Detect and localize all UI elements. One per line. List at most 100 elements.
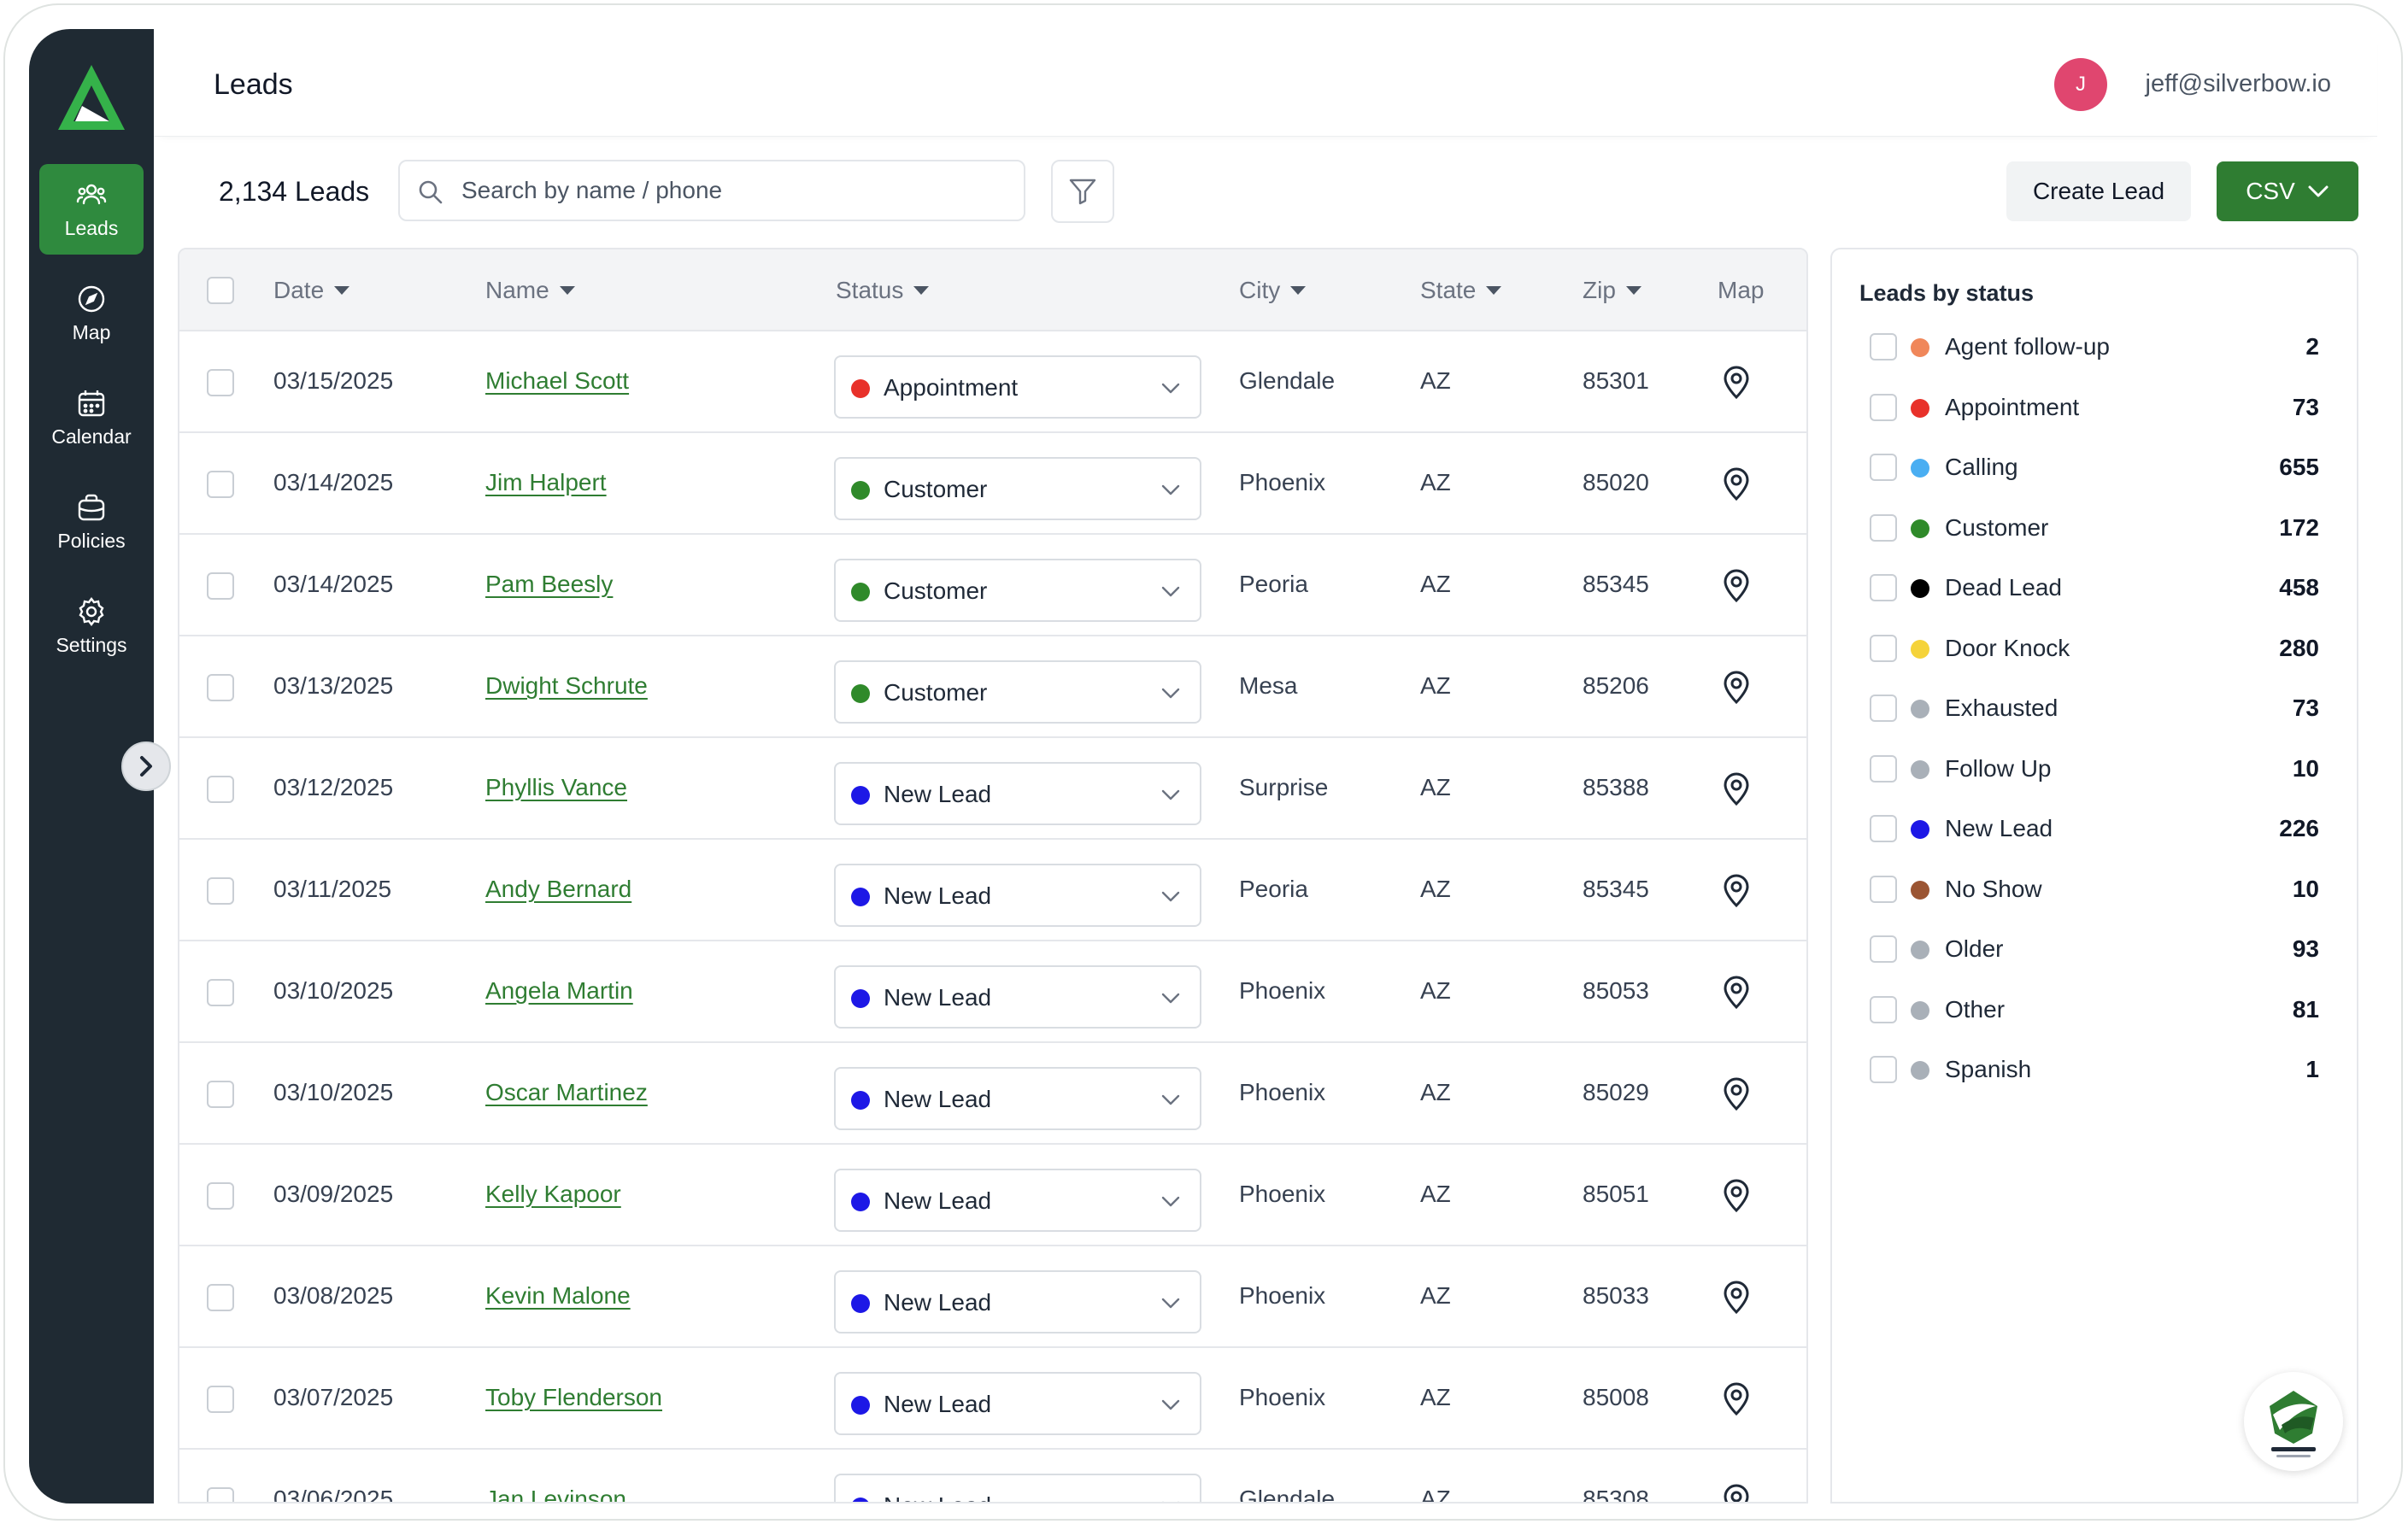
status-select[interactable]: New Lead (834, 1372, 1201, 1435)
table-row[interactable]: 03/06/2025 Jan Levinson New Lead Glendal… (179, 1450, 1806, 1503)
create-lead-button[interactable]: Create Lead (2006, 161, 2191, 221)
table-row[interactable]: 03/12/2025 Phyllis Vance New Lead Surpri… (179, 738, 1806, 840)
map-pin-icon[interactable] (1721, 1484, 1752, 1503)
status-filter-checkbox[interactable] (1870, 995, 1897, 1023)
map-pin-icon[interactable] (1721, 366, 1752, 400)
lead-name-link[interactable]: Jim Halpert (485, 469, 607, 496)
status-filter-checkbox[interactable] (1870, 935, 1897, 963)
status-select[interactable]: Customer (834, 457, 1201, 520)
status-filter-checkbox[interactable] (1870, 875, 1897, 903)
row-checkbox[interactable] (207, 1386, 234, 1413)
csv-button[interactable]: CSV (2217, 161, 2358, 221)
status-select[interactable]: New Lead (834, 762, 1201, 825)
column-header-zip[interactable]: Zip (1583, 277, 1642, 304)
row-checkbox[interactable] (207, 1182, 234, 1210)
map-pin-icon[interactable] (1721, 569, 1752, 603)
status-filter-item[interactable]: Customer 172 (1870, 509, 2319, 547)
sidebar-expand-button[interactable] (121, 741, 171, 791)
table-row[interactable]: 03/08/2025 Kevin Malone New Lead Phoenix… (179, 1246, 1806, 1348)
sidebar-item-calendar[interactable]: Calendar (39, 372, 144, 463)
status-filter-item[interactable]: Spanish 1 (1870, 1051, 2319, 1088)
column-header-city[interactable]: City (1239, 277, 1307, 304)
table-row[interactable]: 03/15/2025 Michael Scott Appointment Gle… (179, 331, 1806, 433)
lead-name-link[interactable]: Kevin Malone (485, 1282, 631, 1310)
map-pin-icon[interactable] (1721, 874, 1752, 908)
status-filter-checkbox[interactable] (1870, 1056, 1897, 1083)
status-filter-item[interactable]: Exhausted 73 (1870, 689, 2319, 727)
lead-name-link[interactable]: Toby Flenderson (485, 1384, 662, 1411)
status-select[interactable]: New Lead (834, 1067, 1201, 1130)
status-filter-checkbox[interactable] (1870, 393, 1897, 421)
status-filter-checkbox[interactable] (1870, 695, 1897, 722)
map-pin-icon[interactable] (1721, 772, 1752, 806)
lead-name-link[interactable]: Angela Martin (485, 977, 633, 1005)
search-box[interactable] (398, 160, 1025, 221)
row-checkbox[interactable] (207, 471, 234, 498)
filter-button[interactable] (1051, 160, 1114, 223)
sidebar-item-leads[interactable]: Leads (39, 164, 144, 255)
table-row[interactable]: 03/14/2025 Pam Beesly Customer Peoria AZ… (179, 535, 1806, 636)
user-email[interactable]: jeff@silverbow.io (2146, 70, 2332, 98)
column-header-name[interactable]: Name (485, 277, 575, 304)
column-header-state[interactable]: State (1420, 277, 1502, 304)
status-filter-item[interactable]: Door Knock 280 (1870, 630, 2319, 667)
status-select[interactable]: New Lead (834, 864, 1201, 927)
row-checkbox[interactable] (207, 369, 234, 396)
table-row[interactable]: 03/07/2025 Toby Flenderson New Lead Phoe… (179, 1348, 1806, 1450)
status-filter-checkbox[interactable] (1870, 454, 1897, 481)
table-row[interactable]: 03/13/2025 Dwight Schrute Customer Mesa … (179, 636, 1806, 738)
table-row[interactable]: 03/11/2025 Andy Bernard New Lead Peoria … (179, 840, 1806, 941)
status-filter-checkbox[interactable] (1870, 513, 1897, 542)
map-pin-icon[interactable] (1721, 1382, 1752, 1416)
column-header-status[interactable]: Status (836, 277, 930, 304)
status-filter-item[interactable]: Older 93 (1870, 930, 2319, 968)
status-select[interactable]: Customer (834, 660, 1201, 724)
row-checkbox[interactable] (207, 776, 234, 803)
select-all-checkbox[interactable] (207, 277, 234, 304)
lead-name-link[interactable]: Dwight Schrute (485, 672, 648, 700)
status-filter-item[interactable]: Agent follow-up 2 (1870, 328, 2319, 366)
status-filter-item[interactable]: Other 81 (1870, 991, 2319, 1029)
status-select[interactable]: Appointment (834, 355, 1201, 419)
lead-name-link[interactable]: Oscar Martinez (485, 1079, 648, 1106)
search-input[interactable] (461, 170, 1008, 211)
table-row[interactable]: 03/10/2025 Angela Martin New Lead Phoeni… (179, 941, 1806, 1043)
status-filter-item[interactable]: New Lead 226 (1870, 810, 2319, 847)
lead-name-link[interactable]: Jan Levinson (485, 1486, 626, 1502)
column-header-date[interactable]: Date (273, 277, 350, 304)
table-row[interactable]: 03/14/2025 Jim Halpert Customer Phoenix … (179, 433, 1806, 535)
lead-name-link[interactable]: Andy Bernard (485, 876, 631, 903)
status-filter-checkbox[interactable] (1870, 815, 1897, 842)
status-filter-checkbox[interactable] (1870, 333, 1897, 360)
sidebar-item-settings[interactable]: Settings (39, 581, 144, 671)
status-select[interactable]: New Lead (834, 965, 1201, 1029)
row-checkbox[interactable] (207, 979, 234, 1006)
lead-name-link[interactable]: Michael Scott (485, 367, 629, 395)
row-checkbox[interactable] (207, 877, 234, 905)
row-checkbox[interactable] (207, 1081, 234, 1108)
status-select[interactable]: New Lead (834, 1474, 1201, 1502)
status-filter-checkbox[interactable] (1870, 754, 1897, 783)
map-pin-icon[interactable] (1721, 976, 1752, 1010)
sidebar-item-map[interactable]: Map (39, 268, 144, 359)
status-filter-item[interactable]: Dead Lead 458 (1870, 569, 2319, 607)
lead-name-link[interactable]: Phyllis Vance (485, 774, 627, 801)
map-pin-icon[interactable] (1721, 1179, 1752, 1213)
map-pin-icon[interactable] (1721, 1281, 1752, 1315)
status-filter-checkbox[interactable] (1870, 634, 1897, 662)
avatar[interactable]: J (2054, 58, 2107, 111)
status-filter-checkbox[interactable] (1870, 574, 1897, 601)
silverbow-badge[interactable] (2244, 1372, 2343, 1471)
row-checkbox[interactable] (207, 674, 234, 701)
row-checkbox[interactable] (207, 572, 234, 600)
status-select[interactable]: New Lead (834, 1169, 1201, 1232)
row-checkbox[interactable] (207, 1487, 234, 1502)
lead-name-link[interactable]: Pam Beesly (485, 571, 613, 598)
status-filter-item[interactable]: Follow Up 10 (1870, 750, 2319, 788)
table-row[interactable]: 03/10/2025 Oscar Martinez New Lead Phoen… (179, 1043, 1806, 1145)
row-checkbox[interactable] (207, 1284, 234, 1311)
map-pin-icon[interactable] (1721, 1077, 1752, 1111)
sidebar-item-policies[interactable]: Policies (39, 477, 144, 567)
table-row[interactable]: 03/09/2025 Kelly Kapoor New Lead Phoenix… (179, 1145, 1806, 1246)
map-pin-icon[interactable] (1721, 467, 1752, 501)
